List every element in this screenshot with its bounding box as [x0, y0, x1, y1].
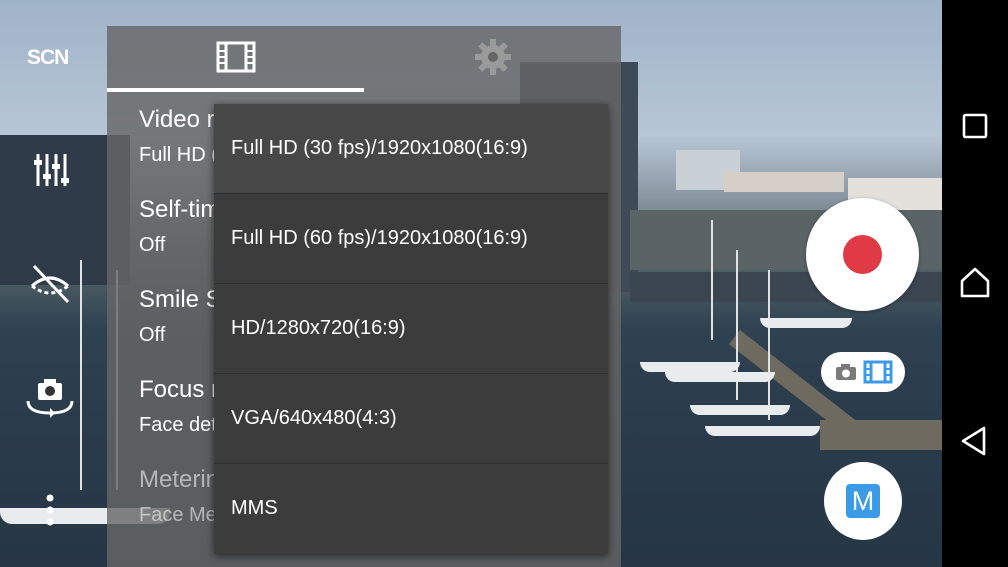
- video-resolution-popup: Full HD (30 fps)/1920x1080(16:9) Full HD…: [214, 104, 608, 554]
- video-icon: [863, 360, 893, 389]
- manual-mode-button[interactable]: M: [824, 462, 902, 540]
- resolution-option-full-hd-30[interactable]: Full HD (30 fps)/1920x1080(16:9): [214, 104, 608, 193]
- more-options-icon[interactable]: [22, 492, 78, 528]
- gear-icon: [474, 38, 512, 81]
- switch-camera-icon[interactable]: [22, 375, 78, 419]
- scene-mode-button[interactable]: SCN: [27, 46, 69, 70]
- selected-tab-indicator: [107, 88, 364, 92]
- manual-mode-label: M: [846, 484, 880, 518]
- camera-icon: [835, 363, 857, 386]
- home-icon[interactable]: [956, 264, 994, 302]
- recent-apps-icon[interactable]: [956, 107, 994, 145]
- resolution-option-full-hd-60[interactable]: Full HD (60 fps)/1920x1080(16:9): [214, 193, 608, 282]
- film-icon: [216, 41, 256, 78]
- tab-general-settings[interactable]: [364, 26, 621, 92]
- tab-video-settings[interactable]: [107, 26, 364, 92]
- resolution-option-mms[interactable]: MMS: [214, 463, 608, 552]
- photo-video-mode-switch[interactable]: [821, 352, 905, 392]
- manual-adjust-icon[interactable]: [22, 150, 78, 190]
- system-navbar: [942, 0, 1008, 567]
- resolution-option-hd[interactable]: HD/1280x720(16:9): [214, 283, 608, 372]
- back-icon[interactable]: [956, 422, 994, 460]
- record-button[interactable]: [806, 198, 919, 311]
- record-icon: [843, 235, 882, 274]
- resolution-option-vga[interactable]: VGA/640x480(4:3): [214, 373, 608, 462]
- flash-off-icon[interactable]: [22, 262, 78, 306]
